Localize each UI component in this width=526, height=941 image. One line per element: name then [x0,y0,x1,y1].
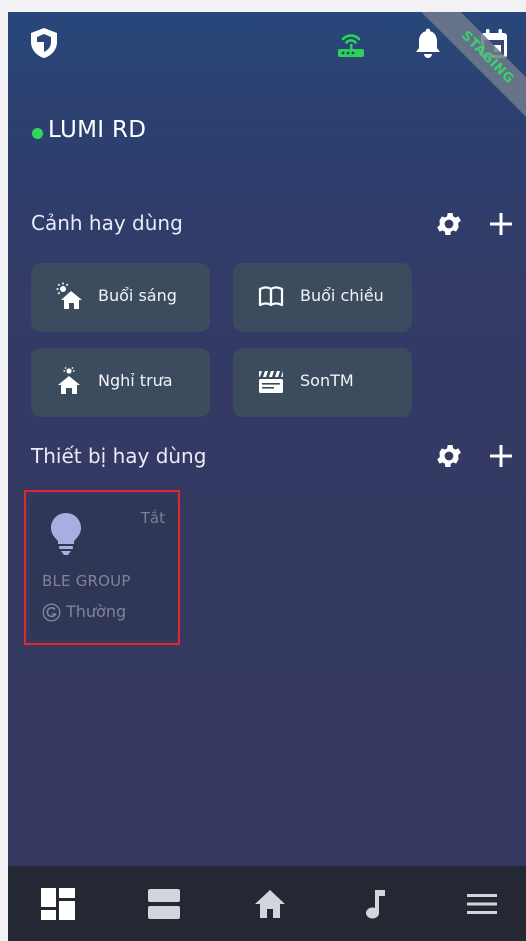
music-note-icon [366,890,385,919]
device-type: Thường [66,602,127,621]
nav-home[interactable] [230,866,310,941]
sunrise-house-icon [56,282,82,309]
nav-dashboard[interactable] [18,866,98,941]
gear-icon[interactable] [434,441,464,471]
shield-icon[interactable] [29,27,59,59]
clapperboard-icon [259,371,283,393]
router-wifi-icon[interactable] [336,30,366,58]
scene-card-sontm[interactable]: SonTM [233,348,412,417]
scene-label: SonTM [300,371,354,390]
nav-music[interactable] [336,866,416,941]
nav-rooms[interactable] [124,866,204,941]
menu-icon [467,894,497,914]
gear-icon[interactable] [434,209,464,239]
device-name: BLE GROUP [42,572,131,590]
noon-house-icon [58,367,80,394]
home-status-dot [32,128,43,139]
open-book-icon [258,286,284,307]
plus-icon[interactable] [486,441,516,471]
rooms-icon [148,889,180,919]
scenes-section-title: Cảnh hay dùng [31,211,183,235]
scene-card-buoi-sang[interactable]: Buổi sáng [31,263,210,332]
scene-card-buoi-chieu[interactable]: Buổi chiều [233,263,412,332]
dashboard-icon [41,888,75,920]
scene-label: Buổi sáng [98,286,177,305]
home-name[interactable]: LUMI RD [48,117,146,143]
light-bulb-icon [51,513,81,555]
scene-label: Nghỉ trưa [98,371,173,390]
home-icon [255,890,285,918]
group-g-icon [42,603,61,622]
scene-label: Buổi chiều [300,286,384,305]
bell-icon[interactable] [415,28,441,60]
calendar-icon[interactable] [479,28,509,60]
plus-icon[interactable] [486,209,516,239]
nav-menu[interactable] [442,866,522,941]
bottom-navigation [8,866,526,941]
devices-section-title: Thiết bị hay dùng [31,444,207,468]
app-screen: STAGING LUMI RD Cảnh hay dùng Buổi sáng … [8,12,526,941]
device-card-ble-group[interactable]: Tắt BLE GROUP Thường [30,495,178,640]
scene-card-nghi-trua[interactable]: Nghỉ trưa [31,348,210,417]
device-state: Tắt [140,509,165,527]
